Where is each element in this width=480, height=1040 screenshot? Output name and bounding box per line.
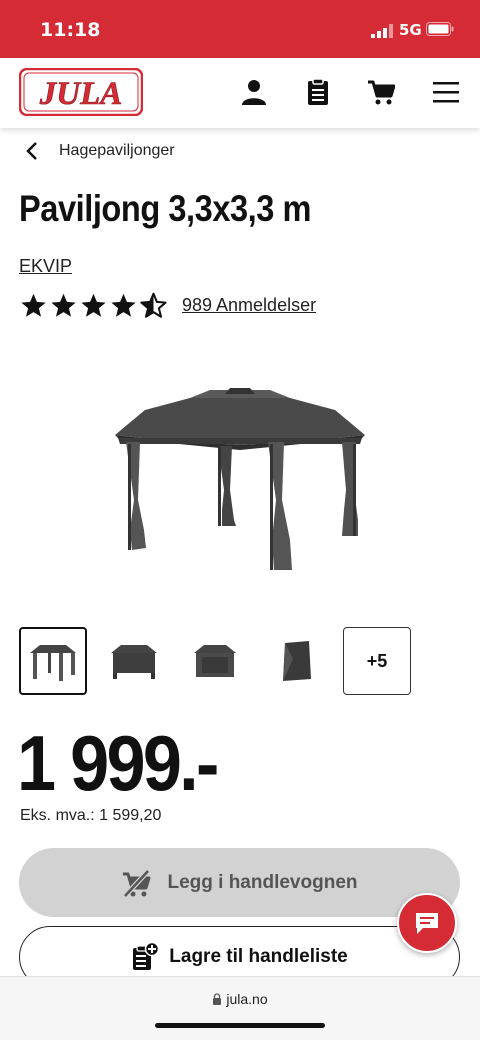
product-image[interactable] (110, 380, 370, 575)
star-full-icon (81, 293, 106, 317)
url-text: jula.no (226, 991, 268, 1007)
thumbnail-2[interactable] (100, 627, 168, 695)
thumbnail-strip: +5 (19, 627, 424, 695)
breadcrumb[interactable]: Hagepaviljonger (24, 138, 175, 164)
site-header: JULA (0, 58, 480, 128)
product-price: 1 999.- (17, 719, 219, 807)
product-title: Paviljong 3,3x3,3 m (19, 188, 312, 229)
add-to-cart-label: Legg i handlevognen (167, 871, 358, 893)
star-full-icon (21, 293, 46, 317)
signal-icon (371, 24, 393, 38)
browser-url-bar[interactable]: jula.no (0, 976, 480, 1040)
gazebo-thumbnail-image (194, 645, 236, 677)
star-full-icon (111, 293, 136, 317)
curtain-thumbnail-image (283, 641, 311, 681)
save-to-list-label: Lagre til handleliste (169, 946, 348, 967)
user-icon[interactable] (240, 78, 268, 106)
cart-icon[interactable] (367, 78, 395, 106)
breadcrumb-label[interactable]: Hagepaviljonger (59, 142, 175, 160)
chevron-left-icon[interactable] (24, 141, 40, 161)
price-ex-vat: Eks. mva.: 1 599,20 (20, 807, 162, 824)
network-label: 5G (399, 21, 422, 39)
status-bar: 11:18 5G (0, 0, 480, 58)
home-indicator[interactable] (155, 1023, 325, 1028)
thumbnail-3[interactable] (181, 627, 249, 695)
add-to-cart-button[interactable]: Legg i handlevognen (19, 848, 460, 917)
thumbnail-4[interactable] (262, 627, 330, 695)
status-time: 11:18 (40, 19, 101, 41)
thumbnail-1[interactable] (19, 627, 87, 695)
product-rating[interactable]: 989 Anmeldelser (20, 292, 316, 319)
product-brand-link[interactable]: EKVIP (19, 256, 72, 277)
reviews-link[interactable]: 989 Anmeldelser (182, 295, 316, 316)
add-to-list-icon (133, 942, 160, 970)
chat-button[interactable] (397, 893, 457, 953)
star-full-icon (51, 293, 76, 317)
menu-icon[interactable] (432, 78, 460, 106)
star-half-icon (140, 292, 167, 318)
logo-text: JULA (39, 76, 123, 112)
battery-icon (426, 22, 454, 36)
cart-disabled-icon (123, 868, 151, 898)
url-display[interactable]: jula.no (0, 991, 480, 1007)
jula-logo[interactable]: JULA (19, 68, 143, 116)
more-images-button[interactable]: +5 (343, 627, 411, 695)
lock-icon (213, 993, 222, 1005)
gazebo-thumbnail-image (111, 645, 157, 679)
chat-icon (416, 913, 438, 934)
rating-stars (20, 292, 170, 319)
gazebo-thumbnail-image (30, 645, 76, 681)
shopping-list-icon[interactable] (304, 78, 332, 106)
